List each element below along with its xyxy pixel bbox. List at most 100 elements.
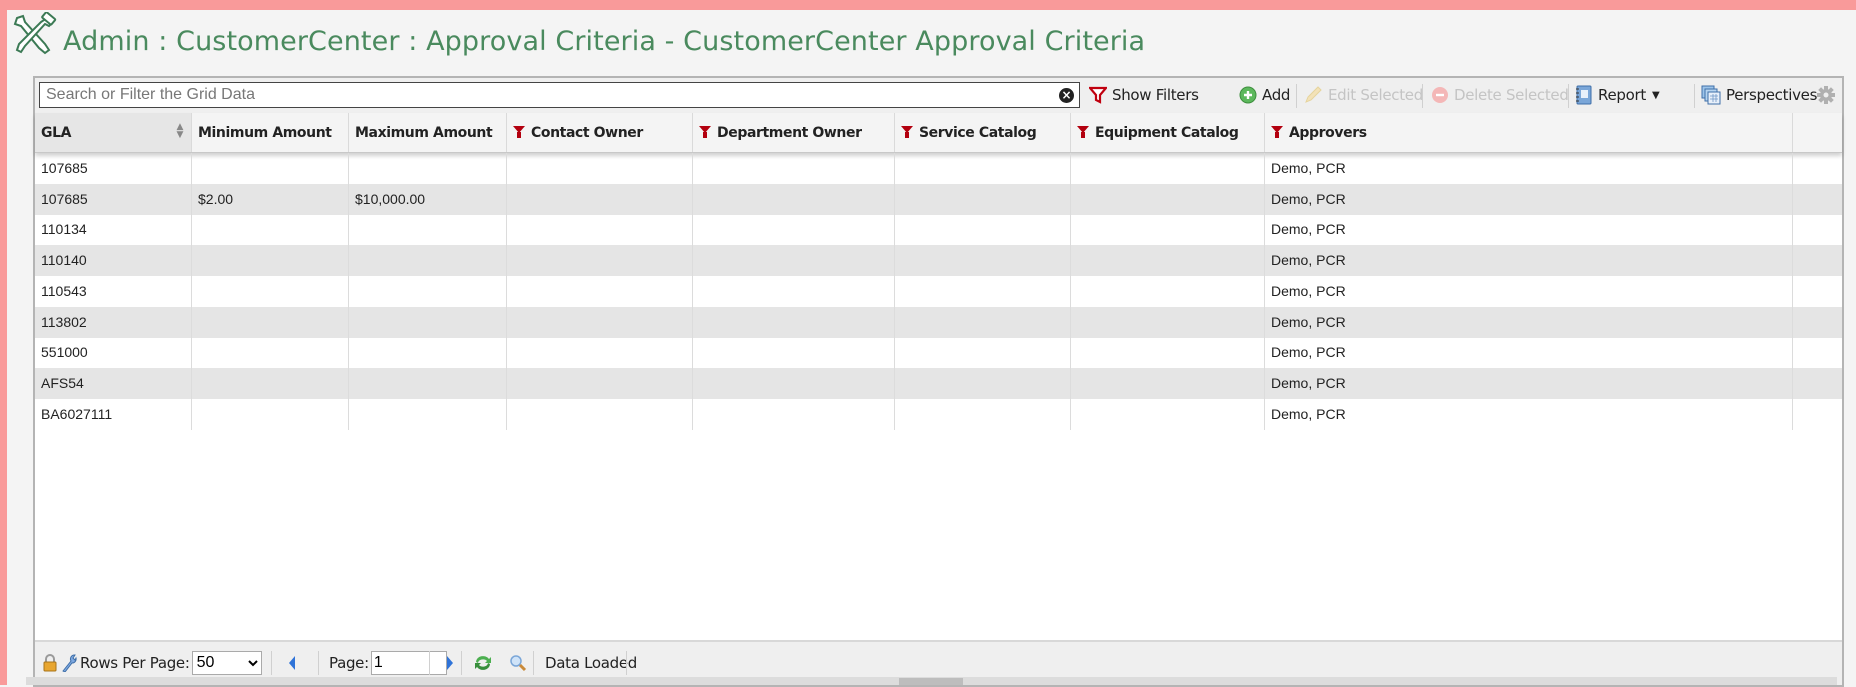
cell-minimum-amount bbox=[192, 306, 349, 338]
cell-maximum-amount bbox=[349, 306, 507, 338]
table-row[interactable]: 110543 Demo, PCR bbox=[35, 275, 1842, 307]
page-title: Admin : CustomerCenter : Approval Criter… bbox=[63, 26, 1146, 57]
footer-divider bbox=[318, 651, 319, 675]
cell-filler bbox=[1793, 153, 1842, 184]
cell-approvers: Demo, PCR bbox=[1265, 306, 1793, 338]
column-header-label: Service Catalog bbox=[919, 124, 1037, 141]
cell-approvers: Demo, PCR bbox=[1265, 337, 1793, 369]
cell-filler bbox=[1793, 214, 1842, 245]
cell-service-catalog bbox=[895, 337, 1071, 369]
filter-icon[interactable] bbox=[1077, 126, 1089, 138]
cell-gla: 107685 bbox=[35, 153, 192, 184]
cell-contact-owner bbox=[507, 275, 693, 307]
cell-gla: 110543 bbox=[35, 275, 192, 307]
cell-approvers: Demo, PCR bbox=[1265, 214, 1793, 246]
cell-equipment-catalog bbox=[1071, 214, 1265, 246]
table-row[interactable]: 107685 Demo, PCR bbox=[35, 153, 1842, 184]
cell-contact-owner bbox=[507, 337, 693, 369]
perspectives-dropdown[interactable]: Perspectives ▼ bbox=[1701, 83, 1831, 107]
column-header-label: Approvers bbox=[1289, 124, 1367, 141]
delete-selected-button[interactable]: Delete Selected bbox=[1431, 83, 1569, 107]
lock-icon[interactable] bbox=[43, 653, 57, 672]
cell-department-owner bbox=[693, 306, 895, 338]
cell-approvers: Demo, PCR bbox=[1265, 245, 1793, 277]
column-header-label: Equipment Catalog bbox=[1095, 124, 1239, 141]
add-label: Add bbox=[1262, 86, 1291, 104]
cell-service-catalog bbox=[895, 245, 1071, 277]
table-row[interactable]: 107685 $2.00 $10,000.00 Demo, PCR bbox=[35, 183, 1842, 215]
footer-divider bbox=[271, 651, 272, 675]
cell-maximum-amount: $10,000.00 bbox=[349, 183, 507, 215]
filter-icon[interactable] bbox=[1271, 126, 1283, 138]
column-header-minimum-amount[interactable]: Minimum Amount bbox=[192, 113, 349, 152]
table-row[interactable]: AFS54 Demo, PCR bbox=[35, 367, 1842, 399]
grid-toolbar: × Show Filters Add Edit Selected bbox=[35, 78, 1842, 114]
toolbar-divider bbox=[1296, 84, 1297, 108]
filter-icon[interactable] bbox=[699, 126, 711, 138]
rows-per-page-label: Rows Per Page: bbox=[80, 653, 190, 672]
toolbar-divider bbox=[1694, 84, 1695, 108]
wrench-icon[interactable] bbox=[61, 653, 77, 672]
column-header-service-catalog[interactable]: Service Catalog bbox=[895, 113, 1071, 152]
cell-approvers: Demo, PCR bbox=[1265, 367, 1793, 399]
cell-gla: 110140 bbox=[35, 245, 192, 277]
edit-selected-button[interactable]: Edit Selected bbox=[1303, 83, 1423, 107]
window-frame-left bbox=[0, 0, 7, 685]
table-row[interactable]: 110140 Demo, PCR bbox=[35, 245, 1842, 277]
cell-minimum-amount bbox=[192, 275, 349, 307]
search-input[interactable] bbox=[39, 82, 1080, 108]
table-row[interactable]: 113802 Demo, PCR bbox=[35, 306, 1842, 338]
filter-icon[interactable] bbox=[513, 126, 525, 138]
arrow-left-icon bbox=[289, 655, 295, 670]
table-row[interactable]: 551000 Demo, PCR bbox=[35, 337, 1842, 369]
cell-contact-owner bbox=[507, 367, 693, 399]
scrollbar-thumb[interactable] bbox=[899, 678, 963, 685]
column-header-label: Minimum Amount bbox=[198, 124, 332, 141]
gear-icon[interactable] bbox=[1816, 85, 1836, 105]
report-dropdown[interactable]: Report ▼ bbox=[1575, 83, 1660, 107]
page-input[interactable] bbox=[370, 650, 447, 675]
cell-filler bbox=[1793, 399, 1842, 430]
column-header-equipment-catalog[interactable]: Equipment Catalog bbox=[1071, 113, 1265, 152]
caret-down-icon: ▼ bbox=[1651, 89, 1660, 101]
cell-filler bbox=[1793, 337, 1842, 368]
cell-approvers: Demo, PCR bbox=[1265, 398, 1793, 430]
cell-department-owner bbox=[693, 337, 895, 369]
column-header-gla[interactable]: GLA ▲ ▼ bbox=[35, 113, 192, 152]
cell-contact-owner bbox=[507, 183, 693, 215]
data-grid: × Show Filters Add Edit Selected bbox=[33, 76, 1844, 687]
column-header-approvers[interactable]: Approvers bbox=[1265, 113, 1793, 152]
cell-maximum-amount bbox=[349, 367, 507, 399]
cell-maximum-amount bbox=[349, 153, 507, 184]
cell-service-catalog bbox=[895, 153, 1071, 184]
column-header-label: Department Owner bbox=[717, 124, 862, 141]
cell-equipment-catalog bbox=[1071, 398, 1265, 430]
cell-gla: 107685 bbox=[35, 183, 192, 215]
funnel-icon bbox=[1089, 86, 1107, 104]
perspectives-windows-icon bbox=[1701, 85, 1721, 105]
cell-contact-owner bbox=[507, 153, 693, 184]
column-header-department-owner[interactable]: Department Owner bbox=[693, 113, 895, 152]
cell-minimum-amount bbox=[192, 214, 349, 246]
cell-equipment-catalog bbox=[1071, 337, 1265, 369]
cell-filler bbox=[1793, 307, 1842, 338]
show-filters-button[interactable]: Show Filters bbox=[1089, 83, 1199, 107]
cell-gla: AFS54 bbox=[35, 367, 192, 399]
cell-maximum-amount bbox=[349, 337, 507, 369]
table-row[interactable]: BA6027111 Demo, PCR bbox=[35, 398, 1842, 430]
table-row[interactable]: 110134 Demo, PCR bbox=[35, 214, 1842, 246]
cell-equipment-catalog bbox=[1071, 275, 1265, 307]
add-circle-icon bbox=[1239, 86, 1257, 104]
clear-search-icon[interactable]: × bbox=[1059, 88, 1074, 103]
perspectives-label: Perspectives bbox=[1726, 86, 1818, 104]
filter-icon[interactable] bbox=[901, 126, 913, 138]
cell-contact-owner bbox=[507, 306, 693, 338]
sort-icon[interactable]: ▲ ▼ bbox=[176, 123, 183, 140]
horizontal-scrollbar[interactable] bbox=[26, 677, 1837, 685]
column-header-maximum-amount[interactable]: Maximum Amount bbox=[349, 113, 507, 152]
cell-contact-owner bbox=[507, 245, 693, 277]
column-header-contact-owner[interactable]: Contact Owner bbox=[507, 113, 693, 152]
rows-per-page-select[interactable]: 50 bbox=[191, 650, 262, 675]
add-button[interactable]: Add bbox=[1239, 83, 1290, 107]
cell-equipment-catalog bbox=[1071, 306, 1265, 338]
